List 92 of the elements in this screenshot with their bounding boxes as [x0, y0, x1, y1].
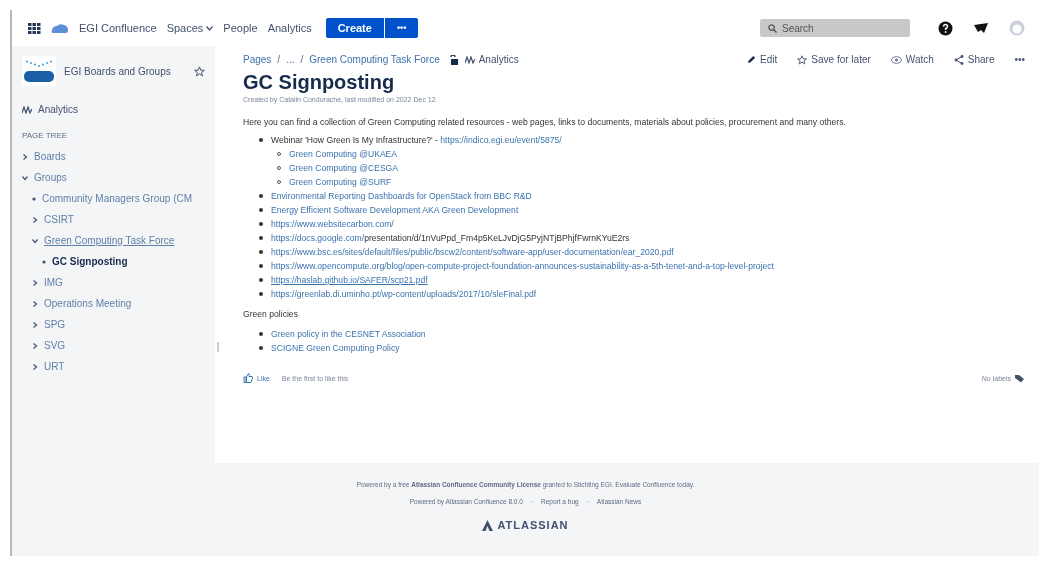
chevron-right-icon[interactable]	[32, 300, 38, 307]
page-action[interactable]: Watch	[890, 54, 934, 65]
chevron-right-icon[interactable]	[32, 279, 38, 286]
page-tree-item[interactable]: Operations Meeting	[44, 298, 132, 309]
page-tree-item[interactable]: Groups	[34, 172, 67, 183]
page-tree-heading: PAGE TREE	[22, 131, 69, 140]
page-title: GC Signposting	[243, 71, 396, 94]
page-tree-item[interactable]: SVG	[44, 340, 66, 351]
breadcrumb-separator: /	[277, 54, 281, 65]
bullet-icon	[259, 278, 263, 282]
analytics-link[interactable]: Analytics	[478, 54, 519, 65]
analytics-link[interactable]: Analytics	[38, 104, 78, 115]
resource-link[interactable]: Green policy in the CESNET Association	[271, 329, 426, 339]
share-icon	[953, 54, 964, 65]
page-tree-item[interactable]: Boards	[34, 151, 66, 162]
chevron-down-icon[interactable]	[32, 237, 38, 244]
resource-link[interactable]: Green Computing @SURF	[289, 177, 392, 187]
search-icon	[768, 23, 777, 33]
resource-link[interactable]: https://www.bsc.es/sites/default/files/public/bscw2/content/software-app/user-documentation/ear_2020.pdf	[271, 247, 674, 257]
chevron-right-icon[interactable]	[32, 342, 38, 349]
caret-icon	[206, 25, 214, 31]
resource-link[interactable]: SCIGNE Green Computing Policy	[271, 343, 400, 353]
page-tree-item[interactable]: CSIRT	[44, 214, 74, 225]
bullet-icon	[259, 138, 263, 142]
resource-link[interactable]: https://www.websitecarbon.com/	[271, 219, 394, 229]
nav-link[interactable]: People	[223, 22, 258, 34]
resource-link[interactable]: Green Computing @UKAEA	[289, 149, 398, 159]
pencil-icon	[747, 55, 757, 64]
bullet-icon	[32, 196, 36, 201]
page-action[interactable]: •••	[1014, 54, 1025, 65]
bullet-icon	[259, 264, 263, 268]
page-tree-item[interactable]: GC Signposting	[52, 256, 128, 267]
resource-link[interactable]: https://haslab.github.io/SAFER/scp21.pdf	[271, 275, 428, 285]
section-heading: Green policies	[243, 309, 299, 319]
thumbs-up-icon	[243, 373, 253, 383]
chevron-right-icon[interactable]	[22, 153, 28, 160]
page-tree-item[interactable]: URT	[44, 361, 65, 372]
resource-link[interactable]: https://docs.google.com/	[271, 233, 365, 243]
help-icon[interactable]	[938, 20, 953, 36]
lock-icon[interactable]	[449, 54, 459, 65]
chevron-right-icon[interactable]	[32, 363, 38, 370]
intro-paragraph: Here you can find a collection of Green Computing related resources - web pages, links to documents, materials about policies, procurement and many others.	[243, 117, 847, 127]
product-name[interactable]: EGI Confluence	[79, 22, 157, 34]
chevron-right-icon[interactable]	[32, 321, 38, 328]
nav-link[interactable]: Analytics	[267, 22, 312, 34]
space-name[interactable]: EGI Boards and Groups	[64, 65, 186, 77]
star-icon	[797, 54, 808, 65]
bullet-icon	[259, 346, 263, 350]
resource-text: Webinar 'How Green Is My Infrastructure?' -	[271, 135, 439, 145]
page-tree-item[interactable]: Green Computing Task Force	[44, 235, 175, 246]
resource-link[interactable]: Green Computing @CESGA	[289, 163, 399, 173]
bullet-icon	[259, 236, 263, 240]
star-icon[interactable]	[194, 65, 205, 77]
search-field[interactable]: Search	[760, 19, 910, 37]
nav-link[interactable]: Spaces	[166, 22, 214, 34]
chevron-right-icon[interactable]	[32, 216, 38, 223]
bullet-icon	[259, 222, 263, 226]
analytics-icon	[22, 105, 32, 114]
bullet-icon	[259, 250, 263, 254]
create-button[interactable]: Create	[325, 18, 384, 38]
bullet-icon	[259, 208, 263, 212]
atlassian-logo-icon	[482, 519, 494, 531]
page-tree-item[interactable]: IMG	[44, 277, 63, 288]
resource-link[interactable]: https://indico.egi.eu/event/5875/	[440, 135, 562, 145]
eye-icon	[890, 55, 902, 64]
egi-logo[interactable]	[22, 56, 56, 86]
resource-text: presentation/d/1nVuPpd_Fm4p5KeLJvDjG5PyjNTjBPhjfFwrnKYuE2rs	[364, 233, 630, 243]
page-action[interactable]: Save for later	[797, 54, 871, 65]
app-grid-icon[interactable]	[28, 22, 41, 34]
tag-icon[interactable]	[1015, 373, 1025, 383]
resource-link[interactable]: https://www.opencompute.org/blog/open-compute-project-foundation-announces-sustainability-as-a-5th-tenet-and-a-top-level-project	[271, 261, 774, 271]
breadcrumb-link[interactable]: Pages	[243, 54, 272, 65]
resource-link[interactable]: https://greenlab.di.uminho.pt/wp-content/uploads/2017/10/sleFinal.pdf	[271, 289, 537, 299]
resource-link[interactable]: Energy Efficient Software Development AKA Green Development	[271, 205, 519, 215]
bullet-icon	[259, 292, 263, 296]
resource-link[interactable]: Environmental Reporting Dashboards for OpenStack from BBC R&D	[271, 191, 532, 201]
breadcrumb-link[interactable]: ...	[286, 54, 295, 65]
page-tree-item[interactable]: SPG	[44, 319, 66, 330]
page-action[interactable]: Share	[953, 54, 995, 65]
more-button[interactable]: •••	[383, 18, 419, 38]
bullet-icon	[259, 194, 263, 198]
cloud-logo-icon[interactable]	[51, 22, 69, 34]
bullet-icon	[259, 332, 263, 336]
bullet-icon	[42, 259, 46, 264]
page-action[interactable]: Edit	[747, 54, 778, 65]
brand-name: ATLASSIAN	[497, 519, 569, 531]
resize-handle[interactable]	[217, 342, 219, 352]
breadcrumb-separator: /	[300, 54, 304, 65]
page-tree-item[interactable]: Community Managers Group (CM	[42, 193, 193, 204]
chevron-down-icon[interactable]	[22, 174, 28, 181]
breadcrumb-link[interactable]: Green Computing Task Force	[309, 54, 440, 65]
analytics-icon	[464, 55, 475, 64]
